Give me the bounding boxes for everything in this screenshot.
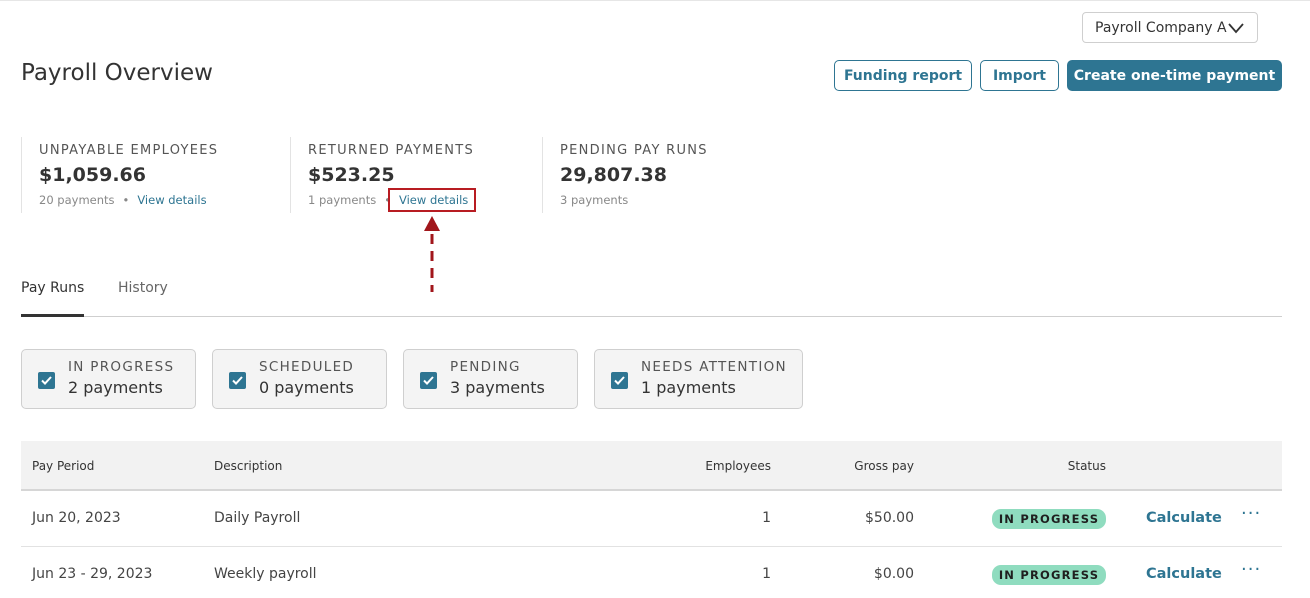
stat-value: $1,059.66 xyxy=(39,164,146,186)
col-gross-pay[interactable]: Gross pay xyxy=(854,459,914,473)
filter-count: 2 payments xyxy=(68,378,163,397)
filter-pending[interactable]: PENDING 3 payments xyxy=(403,349,578,409)
top-divider xyxy=(0,0,1310,1)
cell-gross-pay: $50.00 xyxy=(865,510,914,526)
stat-sub: 20 payments • View details xyxy=(39,193,271,207)
calculate-link[interactable]: Calculate xyxy=(1146,566,1222,582)
import-button[interactable]: Import xyxy=(980,60,1059,91)
pay-runs-table: Pay Period Description Employees Gross p… xyxy=(21,441,1282,598)
filter-count: 3 payments xyxy=(450,378,545,397)
stat-value: $523.25 xyxy=(308,164,395,186)
calculate-link[interactable]: Calculate xyxy=(1146,510,1222,526)
stat-count: 3 payments xyxy=(560,193,629,207)
table-row[interactable]: Jun 20, 2023 Daily Payroll 1 $50.00 IN P… xyxy=(21,491,1282,547)
col-employees[interactable]: Employees xyxy=(705,459,771,473)
annotation-highlight-box xyxy=(388,188,476,212)
stat-sub: 3 payments xyxy=(560,193,782,207)
more-options-icon[interactable]: ··· xyxy=(1241,559,1261,580)
table-row[interactable]: Jun 23 - 29, 2023 Weekly payroll 1 $0.00… xyxy=(21,547,1282,598)
checkbox-checked-icon[interactable] xyxy=(38,372,55,389)
cell-employees: 1 xyxy=(762,510,771,526)
stat-unpayable-employees: UNPAYABLE EMPLOYEES $1,059.66 20 payment… xyxy=(21,137,271,213)
tab-bar: Pay Runs History xyxy=(21,278,1282,317)
filter-scheduled[interactable]: SCHEDULED 0 payments xyxy=(212,349,387,409)
chevron-down-icon xyxy=(1228,23,1244,34)
cell-description: Weekly payroll xyxy=(214,566,317,582)
col-description[interactable]: Description xyxy=(214,459,282,473)
col-status[interactable]: Status xyxy=(1068,459,1106,473)
page-title: Payroll Overview xyxy=(21,60,213,86)
filter-count: 0 payments xyxy=(259,378,354,397)
filter-in-progress[interactable]: IN PROGRESS 2 payments xyxy=(21,349,196,409)
checkbox-checked-icon[interactable] xyxy=(229,372,246,389)
checkbox-checked-icon[interactable] xyxy=(420,372,437,389)
tab-pay-runs[interactable]: Pay Runs xyxy=(21,280,85,317)
stat-label: UNPAYABLE EMPLOYEES xyxy=(39,143,219,158)
company-select[interactable]: Payroll Company A xyxy=(1082,12,1258,43)
filter-label: PENDING xyxy=(450,359,521,375)
create-one-time-payment-button[interactable]: Create one-time payment xyxy=(1067,60,1282,91)
tab-history[interactable]: History xyxy=(118,280,168,296)
funding-report-button[interactable]: Funding report xyxy=(834,60,972,91)
cell-pay-period: Jun 20, 2023 xyxy=(32,510,121,526)
cell-description: Daily Payroll xyxy=(214,510,301,526)
checkbox-checked-icon[interactable] xyxy=(611,372,628,389)
table-header: Pay Period Description Employees Gross p… xyxy=(21,441,1282,491)
filter-needs-attention[interactable]: NEEDS ATTENTION 1 payments xyxy=(594,349,803,409)
stat-count: 1 payments xyxy=(308,193,377,207)
stat-value: 29,807.38 xyxy=(560,164,667,186)
status-badge: IN PROGRESS xyxy=(992,565,1106,585)
cell-gross-pay: $0.00 xyxy=(873,566,914,582)
filter-label: NEEDS ATTENTION xyxy=(641,359,787,375)
filter-label: IN PROGRESS xyxy=(68,359,175,375)
stat-label: RETURNED PAYMENTS xyxy=(308,143,475,158)
col-pay-period[interactable]: Pay Period xyxy=(32,459,94,473)
filter-count: 1 payments xyxy=(641,378,736,397)
status-badge: IN PROGRESS xyxy=(992,509,1106,529)
stat-pending-pay-runs: PENDING PAY RUNS 29,807.38 3 payments xyxy=(542,137,782,213)
cell-pay-period: Jun 23 - 29, 2023 xyxy=(32,566,153,582)
cell-employees: 1 xyxy=(762,566,771,582)
more-options-icon[interactable]: ··· xyxy=(1241,503,1261,524)
company-select-value: Payroll Company A xyxy=(1095,19,1227,36)
filter-label: SCHEDULED xyxy=(259,359,355,375)
view-details-link[interactable]: View details xyxy=(137,193,206,207)
stat-count: 20 payments xyxy=(39,193,115,207)
separator-dot: • xyxy=(122,193,130,207)
stat-label: PENDING PAY RUNS xyxy=(560,143,708,158)
